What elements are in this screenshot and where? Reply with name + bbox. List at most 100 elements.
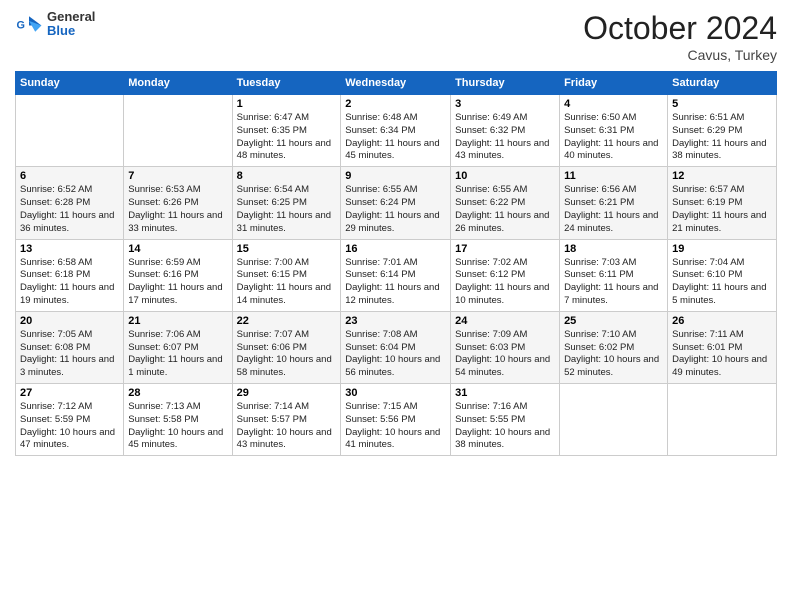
day-number: 25 bbox=[564, 315, 663, 327]
cell-text: Sunrise: 7:12 AM Sunset: 5:59 PM Dayligh… bbox=[20, 401, 119, 452]
calendar-cell: 15 Sunrise: 7:00 AM Sunset: 6:15 PM Dayli… bbox=[232, 239, 341, 311]
logo-line2: Blue bbox=[47, 24, 95, 38]
calendar-cell: 9Sunrise: 6:55 AM Sunset: 6:24 PM Daylig… bbox=[341, 167, 451, 239]
day-number: 1 bbox=[237, 98, 337, 110]
calendar-cell: 5 Sunrise: 6:51 AM Sunset: 6:29 PM Daylig… bbox=[668, 95, 777, 167]
day-number: 31 bbox=[455, 387, 555, 399]
day-number: 13 bbox=[20, 243, 119, 255]
svg-text:G: G bbox=[17, 20, 25, 32]
calendar-cell: 24Sunrise: 7:09 AM Sunset: 6:03 PM Dayli… bbox=[451, 311, 560, 383]
day-number: 3 bbox=[455, 98, 555, 110]
cell-text: Sunrise: 7:07 AM Sunset: 6:06 PM Dayligh… bbox=[237, 329, 337, 380]
cell-text: Sunrise: 7:14 AM Sunset: 5:57 PM Dayligh… bbox=[237, 401, 337, 452]
cell-text: Sunrise: 7:15 AM Sunset: 5:56 PM Dayligh… bbox=[345, 401, 446, 452]
calendar-cell: 7 Sunrise: 6:53 AM Sunset: 6:26 PM Daylig… bbox=[124, 167, 232, 239]
calendar-cell: 18Sunrise: 7:03 AM Sunset: 6:11 PM Dayli… bbox=[560, 239, 668, 311]
calendar-cell bbox=[16, 95, 124, 167]
calendar-cell: 20 Sunrise: 7:05 AM Sunset: 6:08 PM Dayli… bbox=[16, 311, 124, 383]
day-number: 30 bbox=[345, 387, 446, 399]
calendar-week-row: 13 Sunrise: 6:58 AM Sunset: 6:18 PM Dayli… bbox=[16, 239, 777, 311]
calendar-cell: 16Sunrise: 7:01 AM Sunset: 6:14 PM Dayli… bbox=[341, 239, 451, 311]
cell-text: Sunrise: 6:55 AM Sunset: 6:22 PM Dayligh… bbox=[455, 184, 555, 235]
cell-text: Sunrise: 6:50 AM Sunset: 6:31 PM Dayligh… bbox=[564, 112, 663, 163]
day-number: 22 bbox=[237, 315, 337, 327]
cell-text: Sunrise: 7:00 AM Sunset: 6:15 PM Dayligh… bbox=[237, 257, 337, 308]
day-number: 19 bbox=[672, 243, 772, 255]
calendar-cell: 31 Sunrise: 7:16 AM Sunset: 5:55 PM Dayli… bbox=[451, 384, 560, 456]
weekday-header: Friday bbox=[560, 72, 668, 95]
cell-text: Sunrise: 7:11 AM Sunset: 6:01 PM Dayligh… bbox=[672, 329, 772, 380]
cell-text: Sunrise: 7:06 AM Sunset: 6:07 PM Dayligh… bbox=[128, 329, 227, 380]
calendar-cell bbox=[560, 384, 668, 456]
weekday-header: Wednesday bbox=[341, 72, 451, 95]
logo: G General Blue bbox=[15, 10, 95, 39]
day-number: 10 bbox=[455, 170, 555, 182]
day-number: 20 bbox=[20, 315, 119, 327]
day-number: 18 bbox=[564, 243, 663, 255]
calendar-cell: 12Sunrise: 6:57 AM Sunset: 6:19 PM Dayli… bbox=[668, 167, 777, 239]
calendar-cell bbox=[668, 384, 777, 456]
calendar-cell: 29 Sunrise: 7:14 AM Sunset: 5:57 PM Dayli… bbox=[232, 384, 341, 456]
calendar-week-row: 6 Sunrise: 6:52 AM Sunset: 6:28 PM Daylig… bbox=[16, 167, 777, 239]
day-number: 28 bbox=[128, 387, 227, 399]
cell-text: Sunrise: 6:56 AM Sunset: 6:21 PM Dayligh… bbox=[564, 184, 663, 235]
cell-text: Sunrise: 6:58 AM Sunset: 6:18 PM Dayligh… bbox=[20, 257, 119, 308]
day-number: 2 bbox=[345, 98, 446, 110]
page: G General Blue October 2024 Cavus, Turke… bbox=[0, 0, 792, 612]
calendar-week-row: 1 Sunrise: 6:47 AM Sunset: 6:35 PM Daylig… bbox=[16, 95, 777, 167]
cell-text: Sunrise: 6:52 AM Sunset: 6:28 PM Dayligh… bbox=[20, 184, 119, 235]
cell-text: Sunrise: 7:16 AM Sunset: 5:55 PM Dayligh… bbox=[455, 401, 555, 452]
logo-line1: General bbox=[47, 10, 95, 24]
calendar-cell: 8Sunrise: 6:54 AM Sunset: 6:25 PM Daylig… bbox=[232, 167, 341, 239]
calendar-cell: 23Sunrise: 7:08 AM Sunset: 6:04 PM Dayli… bbox=[341, 311, 451, 383]
calendar-cell: 21 Sunrise: 7:06 AM Sunset: 6:07 PM Dayli… bbox=[124, 311, 232, 383]
calendar-week-row: 20 Sunrise: 7:05 AM Sunset: 6:08 PM Dayli… bbox=[16, 311, 777, 383]
cell-text: Sunrise: 7:13 AM Sunset: 5:58 PM Dayligh… bbox=[128, 401, 227, 452]
cell-text: Sunrise: 6:48 AM Sunset: 6:34 PM Dayligh… bbox=[345, 112, 446, 163]
calendar-cell: 28 Sunrise: 7:13 AM Sunset: 5:58 PM Dayli… bbox=[124, 384, 232, 456]
cell-text: Sunrise: 7:08 AM Sunset: 6:04 PM Dayligh… bbox=[345, 329, 446, 380]
cell-text: Sunrise: 7:04 AM Sunset: 6:10 PM Dayligh… bbox=[672, 257, 772, 308]
calendar-cell: 13 Sunrise: 6:58 AM Sunset: 6:18 PM Dayli… bbox=[16, 239, 124, 311]
calendar: SundayMondayTuesdayWednesdayThursdayFrid… bbox=[15, 71, 777, 456]
day-number: 12 bbox=[672, 170, 772, 182]
header: G General Blue October 2024 Cavus, Turke… bbox=[15, 10, 777, 63]
cell-text: Sunrise: 7:10 AM Sunset: 6:02 PM Dayligh… bbox=[564, 329, 663, 380]
day-number: 17 bbox=[455, 243, 555, 255]
title-block: October 2024 Cavus, Turkey bbox=[583, 10, 777, 63]
month-title: October 2024 bbox=[583, 10, 777, 47]
day-number: 8 bbox=[237, 170, 337, 182]
calendar-cell bbox=[124, 95, 232, 167]
calendar-cell: 22 Sunrise: 7:07 AM Sunset: 6:06 PM Dayli… bbox=[232, 311, 341, 383]
location: Cavus, Turkey bbox=[583, 47, 777, 63]
day-number: 29 bbox=[237, 387, 337, 399]
calendar-cell: 2 Sunrise: 6:48 AM Sunset: 6:34 PM Daylig… bbox=[341, 95, 451, 167]
cell-text: Sunrise: 6:59 AM Sunset: 6:16 PM Dayligh… bbox=[128, 257, 227, 308]
cell-text: Sunrise: 6:47 AM Sunset: 6:35 PM Dayligh… bbox=[237, 112, 337, 163]
calendar-cell: 10 Sunrise: 6:55 AM Sunset: 6:22 PM Dayli… bbox=[451, 167, 560, 239]
cell-text: Sunrise: 6:53 AM Sunset: 6:26 PM Dayligh… bbox=[128, 184, 227, 235]
cell-text: Sunrise: 6:51 AM Sunset: 6:29 PM Dayligh… bbox=[672, 112, 772, 163]
calendar-cell: 14 Sunrise: 6:59 AM Sunset: 6:16 PM Dayli… bbox=[124, 239, 232, 311]
weekday-header: Saturday bbox=[668, 72, 777, 95]
logo-icon: G bbox=[15, 10, 43, 38]
calendar-cell: 17 Sunrise: 7:02 AM Sunset: 6:12 PM Dayli… bbox=[451, 239, 560, 311]
cell-text: Sunrise: 7:02 AM Sunset: 6:12 PM Dayligh… bbox=[455, 257, 555, 308]
day-number: 5 bbox=[672, 98, 772, 110]
day-number: 14 bbox=[128, 243, 227, 255]
day-number: 21 bbox=[128, 315, 227, 327]
day-number: 27 bbox=[20, 387, 119, 399]
day-number: 6 bbox=[20, 170, 119, 182]
weekday-header: Tuesday bbox=[232, 72, 341, 95]
weekday-header: Thursday bbox=[451, 72, 560, 95]
weekday-header: Sunday bbox=[16, 72, 124, 95]
cell-text: Sunrise: 7:05 AM Sunset: 6:08 PM Dayligh… bbox=[20, 329, 119, 380]
day-number: 15 bbox=[237, 243, 337, 255]
weekday-header: Monday bbox=[124, 72, 232, 95]
day-number: 7 bbox=[128, 170, 227, 182]
cell-text: Sunrise: 6:49 AM Sunset: 6:32 PM Dayligh… bbox=[455, 112, 555, 163]
cell-text: Sunrise: 6:55 AM Sunset: 6:24 PM Dayligh… bbox=[345, 184, 446, 235]
calendar-cell: 30 Sunrise: 7:15 AM Sunset: 5:56 PM Dayli… bbox=[341, 384, 451, 456]
calendar-cell: 11Sunrise: 6:56 AM Sunset: 6:21 PM Dayli… bbox=[560, 167, 668, 239]
cell-text: Sunrise: 7:09 AM Sunset: 6:03 PM Dayligh… bbox=[455, 329, 555, 380]
